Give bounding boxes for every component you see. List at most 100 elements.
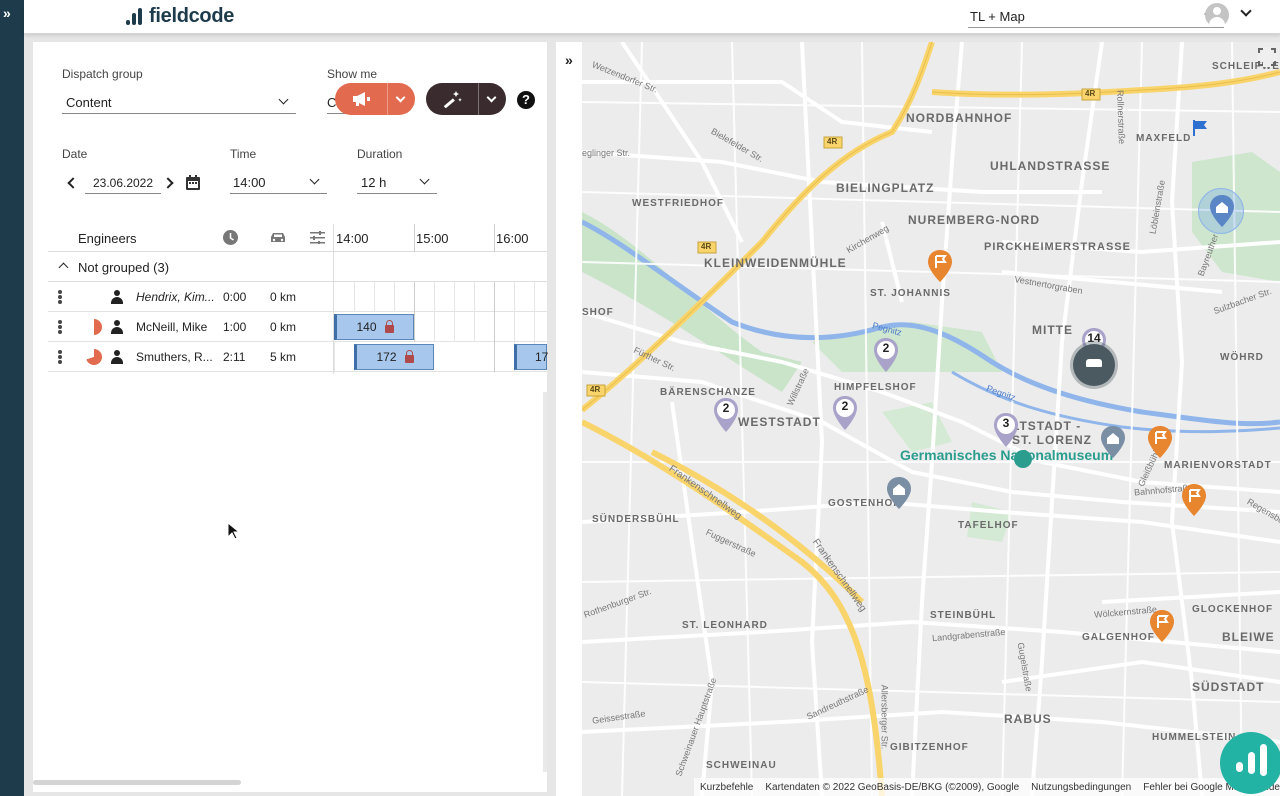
terms-link[interactable]: Nutzungsbedingungen [1031,782,1131,793]
flag-marker[interactable] [1182,484,1206,516]
cluster-count: 2 [841,399,849,413]
help-icon[interactable]: ? [517,91,535,109]
district-label: TAFELHOF [958,520,1019,531]
district-label: BLEIWE [1222,630,1275,644]
district-label: RABUS [1004,712,1052,726]
row-menu-icon[interactable] [58,320,62,334]
dispatch-group-value: Content [66,95,112,110]
engineer-distance: 0 km [270,290,297,304]
cluster-count: 2 [882,341,890,355]
mouse-cursor-icon [227,522,239,540]
district-label: KLEINWEIDENMÜHLE [704,256,847,270]
logo-text: fieldcode [149,4,235,27]
flag-icon[interactable] [1192,120,1210,136]
street-label: eglinger Str. [582,148,631,158]
lock-icon [404,349,414,363]
street-label: Rollnerstraße [1115,89,1127,145]
map-view[interactable]: 4R 4R 4R 4R NORDBAHNHOF UHLANDSTRASSE BI… [582,42,1280,796]
engineer-distance: 5 km [270,350,297,364]
engineer-time: 2:11 [223,350,246,364]
house-marker[interactable] [1101,426,1125,458]
clock-icon[interactable] [223,230,238,245]
road-shield: 4R [1085,89,1096,98]
chevron-down-icon [309,174,320,185]
road-shield: 4R [701,242,712,251]
chevron-up-icon[interactable] [58,262,69,273]
expand-icon[interactable]: » [3,6,11,20]
engineer-row[interactable]: Hendrix, Kim... 0:00 0 km [48,282,547,312]
view-select[interactable]: TL + Map [968,5,1224,28]
map-canvas [582,42,1280,796]
job-block[interactable]: 140 [334,314,414,340]
engineer-row[interactable]: McNeill, Mike 1:00 0 km 140 [48,312,547,342]
vehicle-marker[interactable] [1073,344,1115,386]
district-label: MARIENVORSTADT [1164,460,1272,471]
left-rail: » [0,0,24,796]
announcement-button[interactable] [335,83,415,115]
map-splitter[interactable]: » [556,42,582,796]
fieldcode-assistant-button[interactable] [1220,732,1280,794]
district-label: MAXFELD [1136,133,1192,144]
job-block[interactable]: 172 [354,344,434,370]
logo-mark-icon [126,7,142,25]
megaphone-icon [335,83,387,115]
horizontal-scrollbar[interactable] [33,780,241,785]
engineer-row[interactable]: Smuthers, R... 2:11 5 km 172 17 [48,342,548,372]
district-label: GLOCKENHOF [1192,604,1274,615]
row-menu-icon[interactable] [58,350,62,364]
engineers-column-header[interactable]: Engineers [78,231,137,246]
optimize-dropdown[interactable] [478,83,504,115]
museum-label[interactable]: Germanisches Nationalmuseum [900,448,1113,463]
announcement-dropdown[interactable] [387,83,413,115]
vertical-scrollbar[interactable] [543,392,547,772]
flag-marker[interactable] [1150,610,1174,642]
lock-icon [384,319,394,333]
engineer-distance: 0 km [270,320,297,334]
dispatch-group-select[interactable]: Content [62,92,296,114]
district-label: MITTE [1032,323,1073,337]
previous-day-icon[interactable] [67,177,79,189]
collapse-panel-icon[interactable]: » [565,52,573,68]
house-icon [1210,195,1234,227]
house-marker[interactable] [887,477,911,509]
filter-icon[interactable] [310,231,325,244]
duration-value: 12 h [361,175,387,190]
district-label: WÖHRD [1220,352,1264,363]
group-row[interactable]: Not grouped (3) [48,252,547,282]
map-data-credit: Kartendaten © 2022 GeoBasis-DE/BKG (©200… [765,781,1020,793]
fullscreen-icon[interactable] [1257,47,1277,67]
row-menu-icon[interactable] [58,290,62,304]
district-label: ST. JOHANNIS [870,288,951,299]
optimize-button[interactable] [426,83,506,115]
museum-icon[interactable] [1014,450,1032,468]
district-label: NUREMBERG-NORD [908,213,1040,227]
date-label: Date [62,147,88,161]
selected-house-marker[interactable] [1198,188,1244,234]
view-select-value: TL + Map [970,8,1025,24]
time-tick [414,224,415,252]
chevron-down-icon [395,92,406,102]
road-shield: 4R [827,137,838,146]
time-select[interactable]: 14:00 [230,172,327,194]
keyboard-shortcuts-link[interactable]: Kurzbefehle [700,782,753,793]
job-id: 172 [376,350,397,364]
magic-wand-icon [426,83,478,115]
chevron-down-icon [419,174,430,185]
time-header-15: 15:00 [416,231,449,246]
next-day-icon[interactable] [162,177,174,189]
district-label: ST. LEONHARD [682,620,768,631]
flag-marker[interactable] [928,250,952,282]
calendar-icon[interactable] [186,175,200,190]
map-attribution: Kurzbefehle Kartendaten © 2022 GeoBasis-… [694,778,1280,796]
user-menu-chevron-icon[interactable] [1240,5,1252,17]
engineer-name: Smuthers, R... [136,350,213,364]
job-block[interactable]: 17 [514,344,548,370]
date-field[interactable]: 23.06.2022 [85,172,161,194]
district-label: SCHWEINAU [706,760,777,771]
user-avatar-icon[interactable] [1205,3,1229,27]
duration-select[interactable]: 12 h [357,172,437,194]
car-icon[interactable] [270,232,286,243]
district-label: NORDBAHNHOF [906,111,1013,125]
utilization-pie [86,319,102,335]
flag-marker[interactable] [1148,426,1172,458]
